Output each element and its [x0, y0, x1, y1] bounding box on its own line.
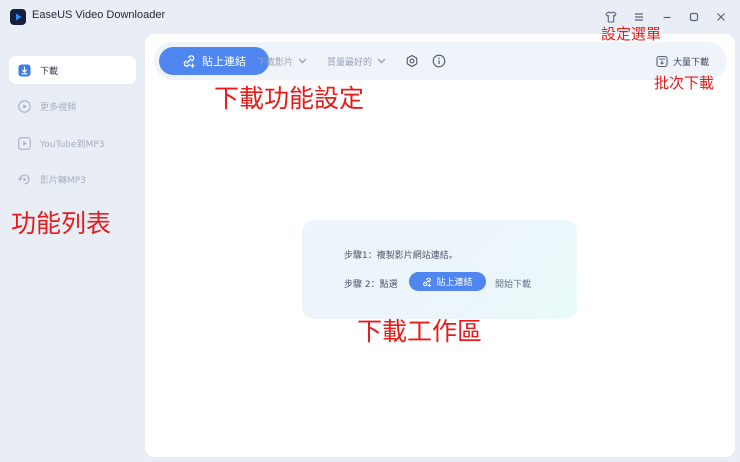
sidebar-item-label: YouTube到MP3	[40, 139, 105, 150]
link-add-icon	[423, 277, 432, 287]
tshirt-icon[interactable]	[604, 10, 618, 24]
step2-text: 步驟 2：點選	[344, 280, 398, 290]
batch-download-icon	[656, 55, 668, 67]
close-icon[interactable]	[714, 10, 728, 24]
annotation-work-area: 下載工作區	[357, 317, 483, 346]
chevron-down-icon	[377, 58, 386, 64]
sidebar-item-more-videos[interactable]: 更多視頻	[9, 92, 136, 120]
step1-text: 步驟1：複製影片網站連結。	[344, 251, 458, 261]
app-logo-icon	[10, 9, 26, 25]
gear-icon[interactable]	[405, 54, 419, 68]
maximize-icon[interactable]	[687, 10, 701, 24]
info-icon[interactable]	[432, 54, 446, 68]
sidebar-item-youtube-mp3[interactable]: YouTube到MP3	[9, 129, 136, 157]
paste-link-label: 貼上連結	[202, 55, 246, 68]
play-square-icon	[18, 136, 31, 150]
download-toolbar: 貼上連結 下載影片 質量最好的 大量下載	[154, 42, 727, 80]
download-type-select[interactable]: 下載影片	[257, 42, 307, 80]
sidebar-item-label: 下載	[40, 66, 59, 77]
annotation-download-settings: 下載功能設定	[214, 84, 365, 113]
annotation-batch-download: 批次下載	[654, 74, 715, 92]
annotation-feature-list: 功能列表	[11, 209, 112, 238]
download-icon	[18, 64, 31, 76]
play-circle-icon	[18, 99, 31, 113]
chevron-down-icon	[298, 58, 307, 64]
menu-icon[interactable]	[632, 10, 646, 24]
download-work-area: 步驟1：複製影片網站連結。 步驟 2：點選 貼上連結 開始下載	[302, 220, 577, 319]
sidebar-item-download[interactable]: 下載	[9, 56, 136, 84]
annotation-settings-menu: 設定選單	[601, 25, 662, 43]
inline-paste-link-label: 貼上連結	[436, 278, 473, 288]
sidebar-item-video-to-mp3[interactable]: 影片轉MP3	[9, 165, 136, 193]
sidebar-item-label: 影片轉MP3	[40, 175, 86, 186]
app-title: EaseUS Video Downloader	[32, 9, 166, 21]
sidebar: 下載 更多視頻 YouTube到MP3 影片轉MP3	[0, 34, 142, 462]
paste-link-button[interactable]: 貼上連結	[159, 47, 269, 75]
inline-paste-link-button[interactable]: 貼上連結	[409, 272, 486, 291]
quality-value: 質量最好的	[327, 57, 373, 68]
start-download-text: 開始下載	[495, 280, 532, 290]
sidebar-item-label: 更多視頻	[40, 102, 77, 113]
download-type-value: 下載影片	[257, 57, 294, 68]
link-add-icon	[183, 55, 195, 68]
batch-download-label: 大量下載	[672, 57, 709, 68]
quality-select[interactable]: 質量最好的	[327, 42, 386, 80]
convert-icon	[18, 173, 30, 185]
minimize-icon[interactable]	[660, 10, 674, 24]
